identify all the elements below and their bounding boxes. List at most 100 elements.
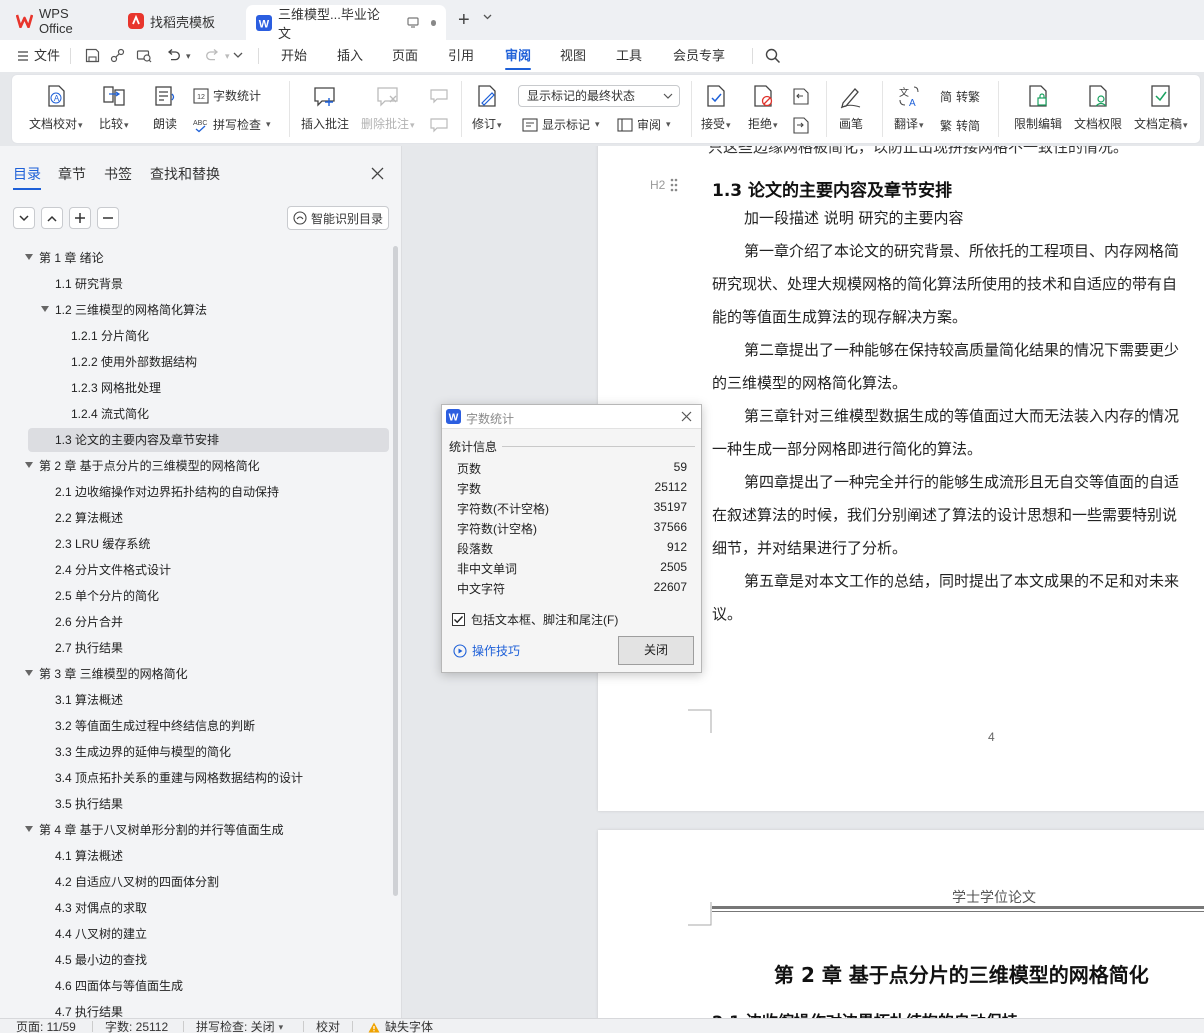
tab-toc[interactable]: 目录 xyxy=(13,164,41,190)
toc-expand-arrow-icon[interactable] xyxy=(25,826,33,832)
collapse-up-button[interactable] xyxy=(41,207,63,229)
show-markup-button[interactable]: 显示标记 ▾ xyxy=(522,116,600,133)
doc-finalize-button[interactable]: 文档定稿▾ xyxy=(1134,83,1188,132)
accept-button[interactable]: 接受▾ xyxy=(701,83,731,132)
undo-dropdown-caret[interactable]: ▾ xyxy=(186,51,191,62)
toc-item[interactable]: 第 2 章 基于点分片的三维模型的网格简化 xyxy=(0,454,392,478)
toc-item[interactable]: 1.2.3 网格批处理 xyxy=(0,376,392,400)
menu-item-member[interactable]: 会员专享 xyxy=(673,40,725,72)
toc-item[interactable]: 3.3 生成边界的延伸与模型的简化 xyxy=(0,740,392,764)
spell-check-button[interactable]: ABC 拼写检查 ▾ xyxy=(193,116,271,133)
include-textbox-checkbox[interactable]: 包括文本框、脚注和尾注(F) xyxy=(452,611,618,628)
paragraph-line[interactable]: 研究现状、处理大规模网格的简化算法所使用的技术和自适应的带有自 xyxy=(712,273,1177,294)
to-traditional-button[interactable]: 简 转繁 xyxy=(940,88,980,105)
save-icon[interactable] xyxy=(85,48,100,63)
toc-item[interactable]: 3.2 等值面生成过程中终结信息的判断 xyxy=(0,714,392,738)
toc-item[interactable]: 第 1 章 绪论 xyxy=(0,246,392,270)
new-tab-button[interactable]: + xyxy=(458,9,470,31)
more-chevron-icon[interactable] xyxy=(233,52,243,59)
chapter-heading[interactable]: 第 2 章 基于点分片的三维模型的网格简化 xyxy=(774,959,1149,988)
menu-item-review[interactable]: 审阅 xyxy=(505,40,532,72)
monitor-icon[interactable] xyxy=(406,17,419,28)
next-change-icon[interactable] xyxy=(792,117,810,134)
toc-item[interactable]: 2.3 LRU 缓存系统 xyxy=(0,532,392,556)
toc-expand-arrow-icon[interactable] xyxy=(25,462,33,468)
close-button[interactable]: 关闭 xyxy=(618,636,694,665)
drag-handle-icon[interactable] xyxy=(670,178,678,192)
tab-wps-office[interactable]: WPS Office xyxy=(6,6,114,36)
toc-scrollbar[interactable] xyxy=(393,246,398,896)
status-missing-font[interactable]: 缺失字体 xyxy=(368,1020,433,1033)
menu-item-tools[interactable]: 工具 xyxy=(616,40,642,72)
collapse-down-button[interactable] xyxy=(13,207,35,229)
tab-find-replace[interactable]: 查找和替换 xyxy=(150,164,220,184)
status-word-count[interactable]: 字数: 25112 xyxy=(105,1020,168,1033)
toc-expand-arrow-icon[interactable] xyxy=(41,306,49,312)
track-changes-button[interactable]: 修订▾ xyxy=(472,83,502,132)
paragraph-line[interactable]: 第二章提出了一种能够在保持较高质量简化结果的情况下需要更少 xyxy=(744,339,1179,360)
close-icon[interactable] xyxy=(681,411,692,422)
doc-check-button[interactable]: A 文档校对▾ xyxy=(29,83,83,132)
tab-document[interactable]: W 三维模型...毕业论文 xyxy=(246,5,446,41)
toc-item[interactable]: 1.1 研究背景 xyxy=(0,272,392,296)
close-icon[interactable] xyxy=(371,167,384,180)
toc-item[interactable]: 3.5 执行结果 xyxy=(0,792,392,816)
paragraph-line[interactable]: 第五章是对本文工作的总结，同时提出了本文成果的不足和对未来 xyxy=(744,570,1179,591)
status-spell-check[interactable]: 拼写检查: 关闭 ▾ xyxy=(196,1020,283,1033)
prev-change-icon[interactable] xyxy=(792,88,810,105)
status-proofread[interactable]: 校对 xyxy=(316,1020,340,1033)
toc-item[interactable]: 4.5 最小边的查找 xyxy=(0,948,392,972)
translate-button[interactable]: 文A 翻译▾ xyxy=(894,83,924,132)
paragraph-line[interactable]: 第三章针对三维模型数据生成的等值面过大而无法装入内存的情况 xyxy=(744,405,1179,426)
toc-item[interactable]: 1.2.4 流式简化 xyxy=(0,402,392,426)
paragraph-line[interactable]: 第四章提出了一种完全并行的能够生成流形且无自交等值面的自适 xyxy=(744,471,1179,492)
paragraph-line[interactable]: 第一章介绍了本论文的研究背景、所依托的工程项目、内存网格简 xyxy=(744,240,1179,261)
toc-expand-arrow-icon[interactable] xyxy=(25,670,33,676)
menu-item-page[interactable]: 页面 xyxy=(392,40,418,72)
add-heading-button[interactable] xyxy=(69,207,91,229)
pen-button[interactable]: 画笔 xyxy=(838,83,864,132)
toc-item[interactable]: 第 4 章 基于八叉树单形分割的并行等值面生成 xyxy=(0,818,392,842)
toc-item[interactable]: 1.2.1 分片简化 xyxy=(0,324,392,348)
menu-item-start[interactable]: 开始 xyxy=(281,40,307,72)
toc-expand-arrow-icon[interactable] xyxy=(25,254,33,260)
paragraph-line[interactable]: 细节，并对结果进行了分析。 xyxy=(712,537,907,558)
toc-item[interactable]: 4.6 四面体与等值面生成 xyxy=(0,974,392,998)
menu-item-view[interactable]: 视图 xyxy=(560,40,586,72)
paragraph-line[interactable]: 议。 xyxy=(712,603,742,624)
toc-item[interactable]: 2.5 单个分片的简化 xyxy=(0,584,392,608)
paragraph-line[interactable]: 能的等值面生成算法的现存解决方案。 xyxy=(712,306,967,327)
menu-item-reference[interactable]: 引用 xyxy=(448,40,474,72)
paragraph-line[interactable]: 的三维模型的网格简化算法。 xyxy=(712,372,907,393)
restrict-edit-button[interactable]: 限制编辑 xyxy=(1014,83,1062,132)
undo-icon[interactable] xyxy=(166,48,181,63)
toc-item[interactable]: 2.2 算法概述 xyxy=(0,506,392,530)
file-menu[interactable]: 文件 xyxy=(18,40,60,72)
toc-item[interactable]: 4.2 自适应八叉树的四面体分割 xyxy=(0,870,392,894)
toc-item[interactable]: 第 3 章 三维模型的网格简化 xyxy=(0,662,392,686)
tab-chapters[interactable]: 章节 xyxy=(58,164,86,184)
status-page[interactable]: 页面: 11/59 xyxy=(16,1020,76,1033)
word-count-button[interactable]: 12 字数统计 xyxy=(193,87,261,104)
section-heading[interactable]: 2.1 边收缩操作对边界拓扑结构的自动保持 xyxy=(712,1008,1018,1018)
toc-item[interactable]: 2.1 边收缩操作对边界拓扑结构的自动保持 xyxy=(0,480,392,504)
markup-state-select[interactable]: 显示标记的最终状态 xyxy=(518,85,680,107)
doc-permission-button[interactable]: 文档权限 xyxy=(1074,83,1122,132)
toc-item[interactable]: 1.2 三维模型的网格简化算法 xyxy=(0,298,392,322)
paragraph-line[interactable]: 一种生成一部分网格即进行简化的算法。 xyxy=(712,438,982,459)
remove-heading-button[interactable] xyxy=(97,207,119,229)
print-preview-icon[interactable] xyxy=(136,48,152,63)
paragraph-line[interactable]: 在叙述算法的时候，我们分别阐述了算法的设计思想和一些需要特别说 xyxy=(712,504,1177,525)
share-icon[interactable] xyxy=(110,48,125,63)
insert-comment-button[interactable]: 插入批注 xyxy=(301,83,349,132)
paragraph[interactable]: 只这些边缘网格被简化，以防止出现拼接网格不一致性的情况。 xyxy=(708,146,1128,157)
tips-link[interactable]: 操作技巧 xyxy=(453,642,520,659)
to-simplified-button[interactable]: 繁 转简 xyxy=(940,117,980,134)
search-icon[interactable] xyxy=(765,48,781,64)
section-heading[interactable]: 1.3 论文的主要内容及章节安排 xyxy=(712,176,952,201)
toc-item[interactable]: 3.4 顶点拓扑关系的重建与网格数据结构的设计 xyxy=(0,766,392,790)
toc-item[interactable]: 1.2.2 使用外部数据结构 xyxy=(0,350,392,374)
menu-item-insert[interactable]: 插入 xyxy=(337,40,363,72)
tab-docer[interactable]: 找稻壳模板 xyxy=(118,6,242,36)
toc-item[interactable]: 2.4 分片文件格式设计 xyxy=(0,558,392,582)
